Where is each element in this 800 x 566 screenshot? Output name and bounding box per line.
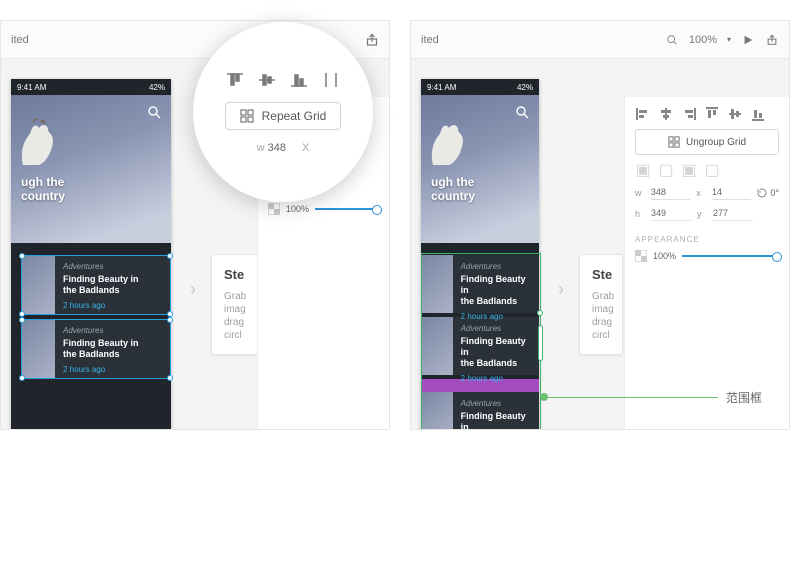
repeat-grid-icon [240,109,254,123]
y-label: Y [697,209,707,219]
share-icon[interactable] [765,33,779,47]
opacity-value: 100% [653,251,676,261]
ungroup-grid-label: Ungroup Grid [686,137,746,148]
properties-panel: Ungroup Grid ▣ ▢ ▣ ▢ w 348 x 14 0° H 349… [624,97,789,430]
search-tool-icon[interactable] [665,33,679,47]
align-bottom-icon[interactable] [289,70,309,90]
hero-title: ugh the country [21,175,65,203]
h-label: H [635,209,645,219]
align-icon-row [225,70,341,90]
hero-title: ugh thecountry [431,175,475,203]
opacity-slider[interactable] [315,208,379,210]
annotation-dot [540,393,548,401]
repeat-grid-button[interactable]: Repeat Grid [225,102,342,130]
step-card: Ste Grabimagdragcircl [579,254,623,355]
step-body: Grabimagdragcircl [224,290,246,342]
zoom-value[interactable]: 100% [689,34,717,46]
align-bottom-icon[interactable] [750,107,766,121]
selection-outline [21,319,171,379]
intersect-icon: ▣ [681,163,697,177]
editor-window-right: ited 100% ▾ 9:41 AM 42% ugh thecountry [410,20,790,430]
height-input[interactable]: 349 [651,206,691,221]
play-icon[interactable] [741,33,755,47]
step-title: Ste [592,267,610,282]
repeat-grid-label: Repeat Grid [262,109,327,123]
hero-image: ugh thecountry [421,95,539,243]
hero-image: ugh the country [11,95,171,243]
phone-status-bar: 9:41 AM 42% [421,79,539,95]
align-center-h-icon[interactable] [658,107,674,121]
magnifier-dim-row: w 348 X [257,142,310,154]
annotation-line [548,397,718,398]
opacity-icon [635,250,647,262]
doc-status: ited [421,34,439,46]
align-row [635,107,779,121]
step-title: Ste [224,267,246,282]
toolbar: ited 100% ▾ [411,21,789,59]
align-middle-icon[interactable] [257,70,277,90]
magnifier-x-label: X [302,142,309,154]
x-input[interactable]: 14 [712,185,751,200]
goat-illustration [15,113,55,173]
align-top-icon[interactable] [225,70,245,90]
appearance-section: APPEARANCE [635,235,779,244]
w-label: w [635,188,645,198]
selection-outline [21,255,171,315]
repeat-grid-bounds[interactable] [421,253,541,430]
status-time: 9:41 AM [17,83,46,92]
repeat-grid-handle[interactable] [538,325,543,361]
opacity-icon [268,203,280,215]
status-battery: 42% [149,83,165,92]
align-center-v-icon[interactable] [727,107,743,121]
step-card: Ste Grabimagdragcircl [211,254,259,355]
boolean-ops-row: ▣ ▢ ▣ ▢ [635,163,779,177]
exclude-icon: ▢ [704,163,720,177]
subtract-icon: ▢ [658,163,674,177]
y-input[interactable]: 277 [713,206,753,221]
step-body: Grabimagdragcircl [592,290,610,342]
align-right-icon[interactable] [681,107,697,121]
status-time: 9:41 AM [427,83,456,92]
chevron-right-icon[interactable]: › [551,269,571,309]
distribute-icon[interactable] [321,70,341,90]
union-icon: ▣ [635,163,651,177]
phone-status-bar: 9:41 AM 42% [11,79,171,95]
ungroup-grid-button[interactable]: Ungroup Grid [635,129,779,155]
align-left-icon[interactable] [635,107,651,121]
share-icon[interactable] [365,33,379,47]
chevron-right-icon[interactable]: › [183,269,203,309]
annotation-label: 范围框 [726,389,762,406]
magnifier-w: 348 [268,142,286,154]
magnifier-callout: Repeat Grid w 348 X [193,22,373,202]
rotation-input[interactable]: 0° [757,188,779,198]
opacity-value: 100% [286,204,309,214]
opacity-row[interactable]: 100% [268,203,379,215]
opacity-slider[interactable] [682,255,779,257]
canvas[interactable]: 9:41 AM 42% ugh thecountry AdventuresFin… [411,59,789,430]
doc-status: ited [11,34,29,46]
width-input[interactable]: 348 [651,185,690,200]
repeat-grid-icon [668,136,680,148]
align-top-icon[interactable] [704,107,720,121]
search-icon[interactable] [515,105,529,119]
x-label: x [696,188,706,198]
goat-illustration [425,113,465,173]
opacity-row[interactable]: 100% [635,250,779,262]
size-row: w 348 x 14 0° [635,185,779,200]
status-battery: 42% [517,83,533,92]
search-icon[interactable] [147,105,161,119]
pos-row: H 349 Y 277 [635,206,779,221]
